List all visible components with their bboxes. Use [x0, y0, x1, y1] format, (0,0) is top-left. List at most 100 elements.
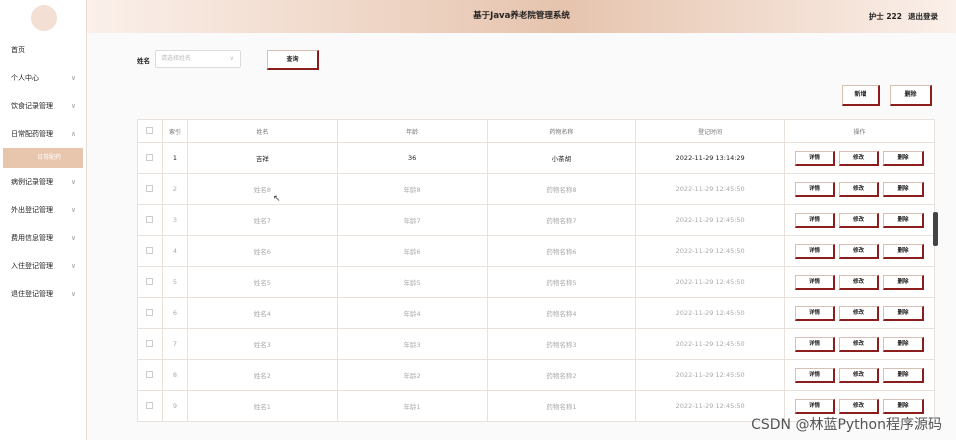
query-button[interactable]: 查询 [267, 50, 319, 70]
app-window: 首页 个人中心 ∨ 饮食记录管理 ∨ 日常配药管理 ∧ 日常配药 病例记录管理 ∨ 外出… [0, 0, 956, 440]
row-checkbox[interactable] [146, 246, 154, 254]
row-name: 姓名1 [186, 390, 338, 422]
row-delete-button[interactable]: 删除 [883, 274, 925, 290]
edit-button[interactable]: 修改 [839, 243, 880, 259]
sidebar-item-home[interactable]: 首页 [0, 36, 86, 64]
watermark: CSDN @林蓝Python程序源码 [751, 417, 942, 433]
row-index: 8 [161, 359, 188, 391]
edit-button[interactable]: 修改 [839, 398, 880, 414]
row-select-cell[interactable] [137, 297, 163, 329]
row-select-cell[interactable] [137, 328, 163, 360]
avatar[interactable] [31, 5, 57, 31]
row-checkbox[interactable] [146, 370, 154, 378]
edit-button[interactable]: 修改 [839, 274, 880, 290]
row-checkbox[interactable] [146, 339, 154, 347]
row-time: 2022-11-29 12:45:50 [635, 266, 786, 298]
row-delete-button[interactable]: 删除 [883, 181, 925, 197]
add-button[interactable]: 新增 [842, 85, 880, 106]
row-delete-button[interactable]: 删除 [883, 243, 925, 259]
row-actions: 详情 修改 删除 [784, 235, 935, 267]
detail-button[interactable]: 详情 [795, 181, 836, 197]
sidebar-item-diet[interactable]: 饮食记录管理 ∨ [0, 92, 86, 120]
detail-button[interactable]: 详情 [795, 398, 836, 414]
row-delete-button[interactable]: 删除 [883, 336, 925, 352]
edit-button[interactable]: 修改 [839, 336, 880, 352]
column-header: 操作 [784, 119, 935, 143]
select-all-checkbox[interactable] [146, 126, 154, 134]
row-delete-button[interactable]: 删除 [883, 150, 925, 166]
table-row: 8 姓名2 年龄2 药物名称2 2022-11-29 12:45:50 详情 修改 删除 [137, 359, 935, 391]
column-header[interactable]: 年龄 [336, 119, 488, 143]
row-delete-button[interactable]: 删除 [883, 212, 925, 228]
sidebar-item-label: 外出登记管理 [11, 206, 53, 214]
row-checkbox[interactable] [146, 277, 154, 285]
row-checkbox[interactable] [146, 153, 154, 161]
delete-button[interactable]: 删除 [890, 85, 932, 106]
row-checkbox[interactable] [146, 308, 154, 316]
detail-button[interactable]: 详情 [795, 150, 836, 166]
detail-button[interactable]: 详情 [795, 243, 836, 259]
sidebar-item-cases[interactable]: 病例记录管理 ∨ [0, 168, 86, 196]
row-age: 年龄7 [336, 204, 488, 236]
row-select-cell[interactable] [137, 173, 163, 205]
row-checkbox[interactable] [146, 215, 154, 223]
row-actions: 详情 修改 删除 [784, 173, 935, 205]
user-name: 护士 222 [868, 12, 902, 21]
edit-button[interactable]: 修改 [839, 305, 880, 321]
row-select-cell[interactable] [137, 142, 163, 174]
detail-button[interactable]: 详情 [795, 305, 836, 321]
column-header[interactable]: 登记时间 [635, 119, 786, 143]
logout-link[interactable]: 退出登录 [908, 12, 938, 21]
row-select-cell[interactable] [137, 204, 163, 236]
select-all-cell[interactable] [137, 119, 163, 143]
row-time: 2022-11-29 12:45:50 [635, 359, 786, 391]
edit-button[interactable]: 修改 [839, 181, 880, 197]
row-index: 3 [161, 204, 188, 236]
row-delete-button[interactable]: 删除 [883, 305, 925, 321]
row-checkbox[interactable] [146, 401, 154, 409]
sidebar-item-fees[interactable]: 费用信息管理 ∨ [0, 224, 86, 252]
row-age: 年龄4 [336, 297, 488, 329]
row-actions: 详情 修改 删除 [784, 328, 935, 360]
row-actions: 详情 修改 删除 [784, 359, 935, 391]
sidebar-item-medication[interactable]: 日常配药管理 ∧ [0, 120, 86, 148]
sidebar-item-checkout[interactable]: 退住登记管理 ∨ [0, 280, 86, 308]
row-actions: 详情 修改 删除 [784, 297, 935, 329]
table-row: 2 姓名8 年龄8 药物名称8 2022-11-29 12:45:50 详情 修改 删除 [137, 173, 935, 205]
sidebar-subitem-daily-medication[interactable]: 日常配药 [3, 148, 83, 168]
sidebar-item-checkin[interactable]: 入住登记管理 ∨ [0, 252, 86, 280]
detail-button[interactable]: 详情 [795, 336, 836, 352]
sidebar-item-outing[interactable]: 外出登记管理 ∨ [0, 196, 86, 224]
row-time: 2022-11-29 12:45:50 [635, 328, 786, 360]
name-select[interactable]: 请选择姓名 ∨ [155, 50, 241, 68]
detail-button[interactable]: 详情 [795, 212, 836, 228]
edit-button[interactable]: 修改 [839, 367, 880, 383]
row-delete-button[interactable]: 删除 [883, 398, 925, 414]
scrollbar-thumb[interactable] [933, 212, 938, 246]
row-name: 姓名8 [186, 173, 338, 205]
column-header[interactable]: 姓名 [186, 119, 338, 143]
top-header: 基于Java养老院管理系统 护士 222 退出登录 [87, 0, 956, 33]
row-select-cell[interactable] [137, 390, 163, 422]
detail-button[interactable]: 详情 [795, 274, 836, 290]
row-delete-button[interactable]: 删除 [883, 367, 925, 383]
main-content: 姓名 请选择姓名 ∨ 查询 新增 删除 索引 姓名 年龄 药物名称 登记时间 操… [87, 33, 956, 440]
column-header[interactable]: 药物名称 [486, 119, 637, 143]
row-name: 姓名6 [186, 235, 338, 267]
edit-button[interactable]: 修改 [839, 150, 880, 166]
sidebar-item-label: 首页 [11, 46, 25, 54]
row-drug: 药物名称6 [486, 235, 637, 267]
table-row: 6 姓名4 年龄4 药物名称4 2022-11-29 12:45:50 详情 修改 删除 [137, 297, 935, 329]
sidebar-item-label: 费用信息管理 [11, 234, 53, 242]
row-select-cell[interactable] [137, 266, 163, 298]
row-drug: 药物名称8 [486, 173, 637, 205]
row-select-cell[interactable] [137, 359, 163, 391]
row-actions: 详情 修改 删除 [784, 266, 935, 298]
detail-button[interactable]: 详情 [795, 367, 836, 383]
row-select-cell[interactable] [137, 235, 163, 267]
sidebar-item-profile[interactable]: 个人中心 ∨ [0, 64, 86, 92]
row-drug: 药物名称1 [486, 390, 637, 422]
column-header[interactable]: 索引 [161, 119, 188, 143]
edit-button[interactable]: 修改 [839, 212, 880, 228]
row-checkbox[interactable] [146, 184, 154, 192]
